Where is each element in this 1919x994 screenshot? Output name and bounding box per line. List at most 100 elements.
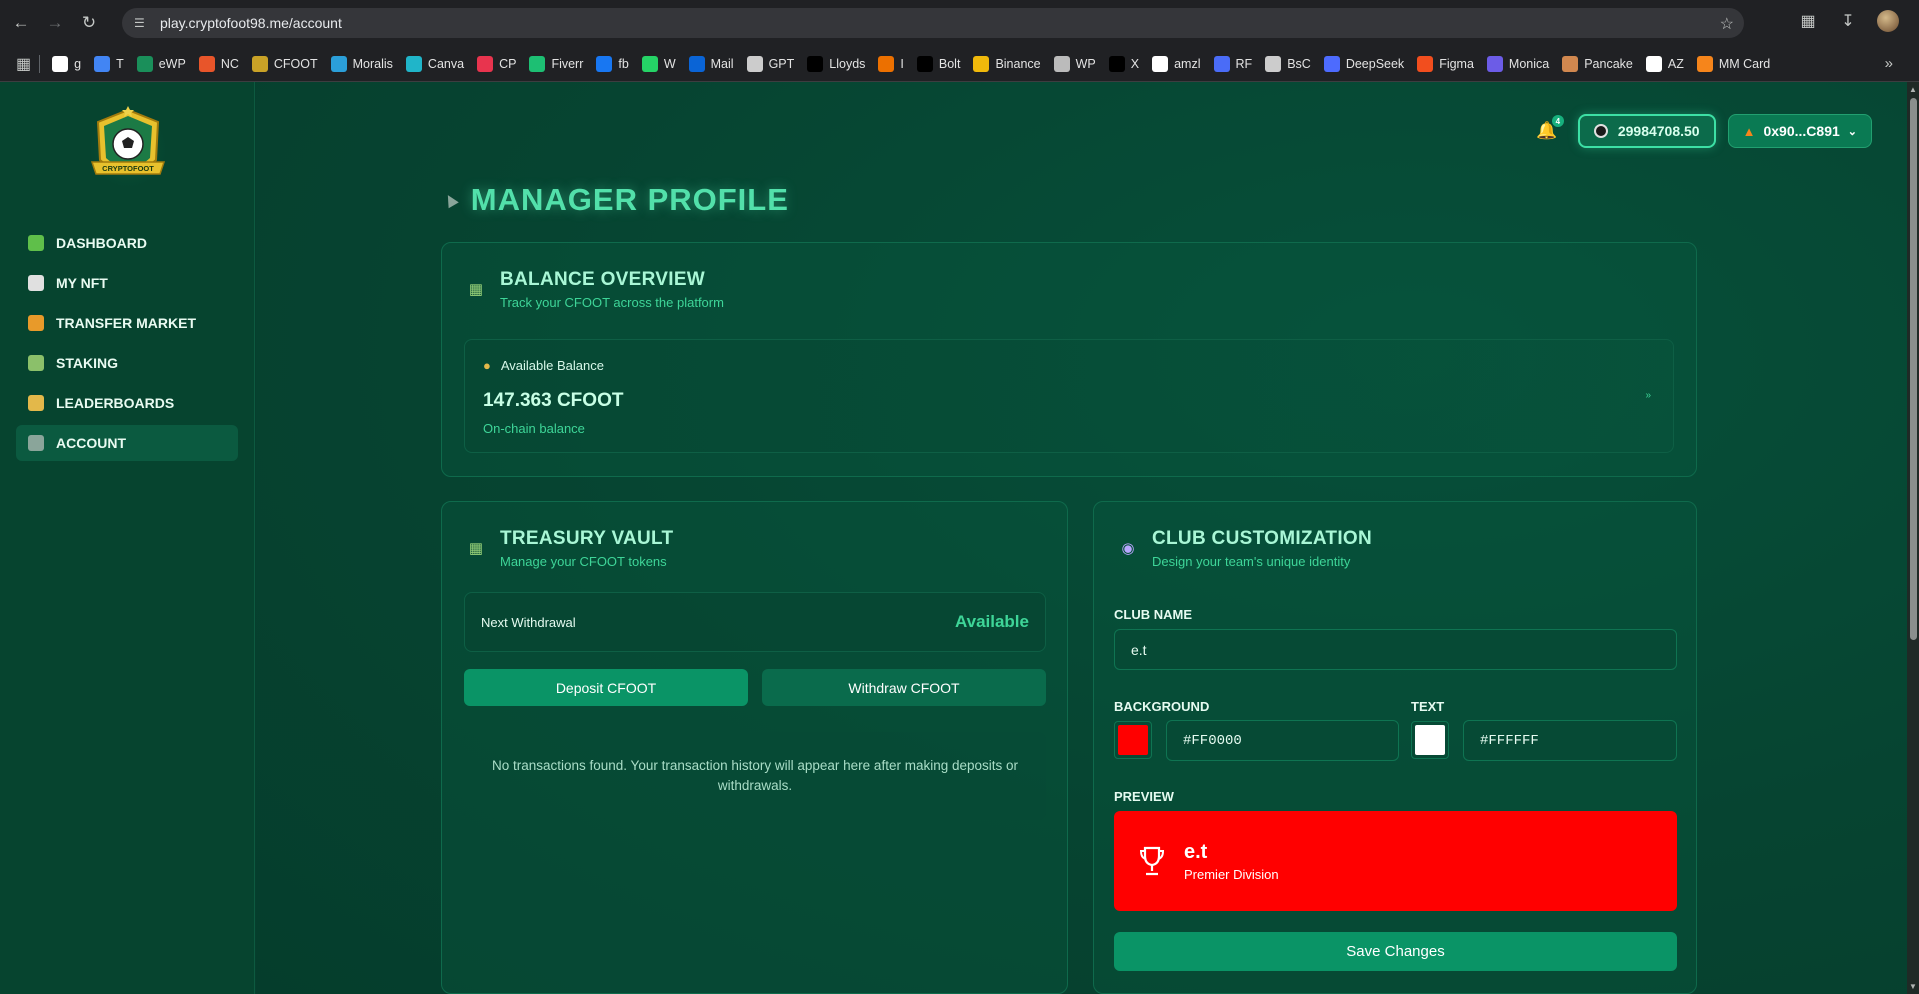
scroll-up-icon[interactable]: ▲ (1909, 85, 1917, 94)
market-icon (28, 315, 44, 331)
bookmark-label: CP (499, 56, 517, 71)
save-changes-button[interactable]: Save Changes (1114, 932, 1677, 971)
address-bar[interactable]: ☰ play.cryptofoot98.me/account ☆ (122, 8, 1744, 38)
deposit-button[interactable]: Deposit CFOOT (464, 669, 748, 706)
bookmark-item[interactable]: CP (477, 55, 517, 72)
download-icon[interactable]: ↧ (1837, 10, 1859, 32)
balance-overview-card: ▦ BALANCE OVERVIEW Track your CFOOT acro… (441, 242, 1697, 477)
available-balance-label: ● Available Balance (483, 358, 604, 373)
apps-grid-icon[interactable]: ▦ (16, 54, 31, 74)
token-balance-button[interactable]: 29984708.50 (1577, 114, 1716, 148)
bookmark-label: Lloyds (829, 56, 866, 71)
sidebar-item-staking[interactable]: STAKING (16, 345, 238, 381)
metamask-icon (1696, 55, 1713, 72)
bookmark-item[interactable]: g (52, 55, 82, 72)
bookmark-label: fb (618, 56, 629, 71)
topbar: 🔔 4 29984708.50 ▲ 0x90...C891 ⌄ (1534, 114, 1872, 148)
google-icon (52, 55, 69, 72)
sidebar-item-transfer-market[interactable]: TRANSFER MARKET (16, 305, 238, 341)
bookmark-label: W (663, 56, 676, 71)
text-color-swatch[interactable] (1411, 721, 1449, 759)
cryptofoot-logo[interactable]: CRYPTOFOOT (86, 104, 170, 194)
bookmark-item[interactable]: Canva (405, 55, 464, 72)
text-hex-input[interactable] (1463, 720, 1677, 761)
bookmark-item[interactable]: T (94, 55, 124, 72)
page-scrollbar[interactable]: ▲ ▼ (1907, 82, 1919, 994)
notification-badge: 4 (1551, 115, 1564, 127)
background-color-swatch[interactable] (1114, 721, 1152, 759)
background-hex-input[interactable] (1166, 720, 1399, 761)
club-name-input[interactable] (1114, 629, 1677, 670)
bookmark-item[interactable]: Bolt (916, 55, 961, 72)
bookmark-item[interactable]: MM Card (1696, 55, 1770, 72)
bookmark-label: Fiverr (551, 56, 584, 71)
bookmark-star-icon[interactable]: ☆ (1720, 14, 1734, 34)
bookmark-label: Monica (1508, 56, 1550, 71)
bookmark-item[interactable]: WP (1053, 55, 1096, 72)
bookmark-label: NC (220, 56, 239, 71)
bookmark-item[interactable]: RF (1213, 55, 1252, 72)
bookmark-item[interactable]: Moralis (330, 55, 393, 72)
back-icon[interactable]: ← (8, 10, 34, 36)
url-text[interactable]: play.cryptofoot98.me/account (160, 15, 342, 31)
bookmark-item[interactable]: Pancake (1562, 55, 1633, 72)
jersey-icon (28, 275, 44, 291)
metamask-fox-icon: ▲ (1742, 123, 1756, 139)
bookmark-item[interactable]: W (641, 55, 676, 72)
sidebar-item-label: STAKING (56, 355, 118, 371)
bsc-icon (1265, 55, 1282, 72)
scrollbar-thumb[interactable] (1910, 98, 1917, 640)
bookmark-item[interactable]: X (1108, 55, 1139, 72)
bookmark-item[interactable]: AZ (1645, 55, 1684, 72)
x-icon (1108, 55, 1125, 72)
sidebar-item-dashboard[interactable]: DASHBOARD (16, 225, 238, 261)
sidebar-item-leaderboards[interactable]: LEADERBOARDS (16, 385, 238, 421)
bookmark-item[interactable]: NC (198, 55, 239, 72)
bookmark-item[interactable]: GPT (746, 55, 794, 72)
money-icon: ▦ (468, 281, 484, 298)
sidebar-item-account[interactable]: ACCOUNT (16, 425, 238, 461)
expand-arrow-icon[interactable]: » (1645, 390, 1651, 401)
deepseek-icon (1323, 55, 1340, 72)
bookmark-item[interactable]: BsC (1265, 55, 1311, 72)
more-bookmarks-icon[interactable]: » (1885, 55, 1893, 72)
sidebar: CRYPTOFOOT DASHBOARD MY NFT TRANSFER MARKE… (0, 82, 255, 994)
bookmark-item[interactable]: I (878, 55, 904, 72)
bookmark-label: g (74, 56, 82, 71)
bookmark-item[interactable]: Fiverr (529, 55, 584, 72)
wallet-button[interactable]: ▲ 0x90...C891 ⌄ (1727, 114, 1872, 148)
reload-icon[interactable]: ↻ (76, 10, 102, 36)
bookmark-label: I (900, 56, 904, 71)
sidebar-item-my-nft[interactable]: MY NFT (16, 265, 238, 301)
bookmark-label: Bolt (938, 56, 961, 71)
club-name-label: CLUB NAME (1114, 607, 1192, 622)
trophy-icon (1139, 846, 1165, 876)
sidebar-item-label: LEADERBOARDS (56, 395, 175, 411)
bookmark-label: Moralis (352, 56, 393, 71)
bookmark-label: eWP (158, 56, 186, 71)
extensions-icon[interactable]: ▦ (1797, 10, 1819, 32)
wallet-address: 0x90...C891 (1763, 123, 1840, 139)
bookmark-item[interactable]: CFOOT (251, 55, 318, 72)
balance-overview-header: ▦ BALANCE OVERVIEW Track your CFOOT acro… (464, 269, 724, 310)
treasury-subtitle: Manage your CFOOT tokens (500, 554, 667, 569)
bookmark-item[interactable]: Binance (973, 55, 1041, 72)
bookmark-item[interactable]: Figma (1417, 55, 1474, 72)
bookmark-item[interactable]: fb (596, 55, 629, 72)
bookmark-item[interactable]: eWP (136, 55, 186, 72)
bookmark-item[interactable]: DeepSeek (1323, 55, 1404, 72)
shirt-icon: ◉ (1121, 540, 1135, 557)
bookmark-item[interactable]: Mail (688, 55, 734, 72)
bookmark-list: g TeWP NC CFOOT Moralis Canva CP Fiverr fb W Mail G… (52, 55, 1783, 72)
forward-icon[interactable]: → (42, 10, 68, 36)
fiverr-icon (529, 55, 546, 72)
withdraw-button[interactable]: Withdraw CFOOT (762, 669, 1046, 706)
bookmark-item[interactable]: Lloyds (807, 55, 866, 72)
bookmark-item[interactable]: amzl (1152, 55, 1201, 72)
profile-avatar[interactable] (1877, 10, 1899, 32)
lloyds-icon (807, 55, 824, 72)
scroll-down-icon[interactable]: ▼ (1909, 982, 1917, 991)
bookmark-item[interactable]: Monica (1486, 55, 1550, 72)
site-info-icon[interactable]: ☰ (134, 16, 150, 30)
notification-bell-icon[interactable]: 🔔 4 (1534, 115, 1564, 144)
